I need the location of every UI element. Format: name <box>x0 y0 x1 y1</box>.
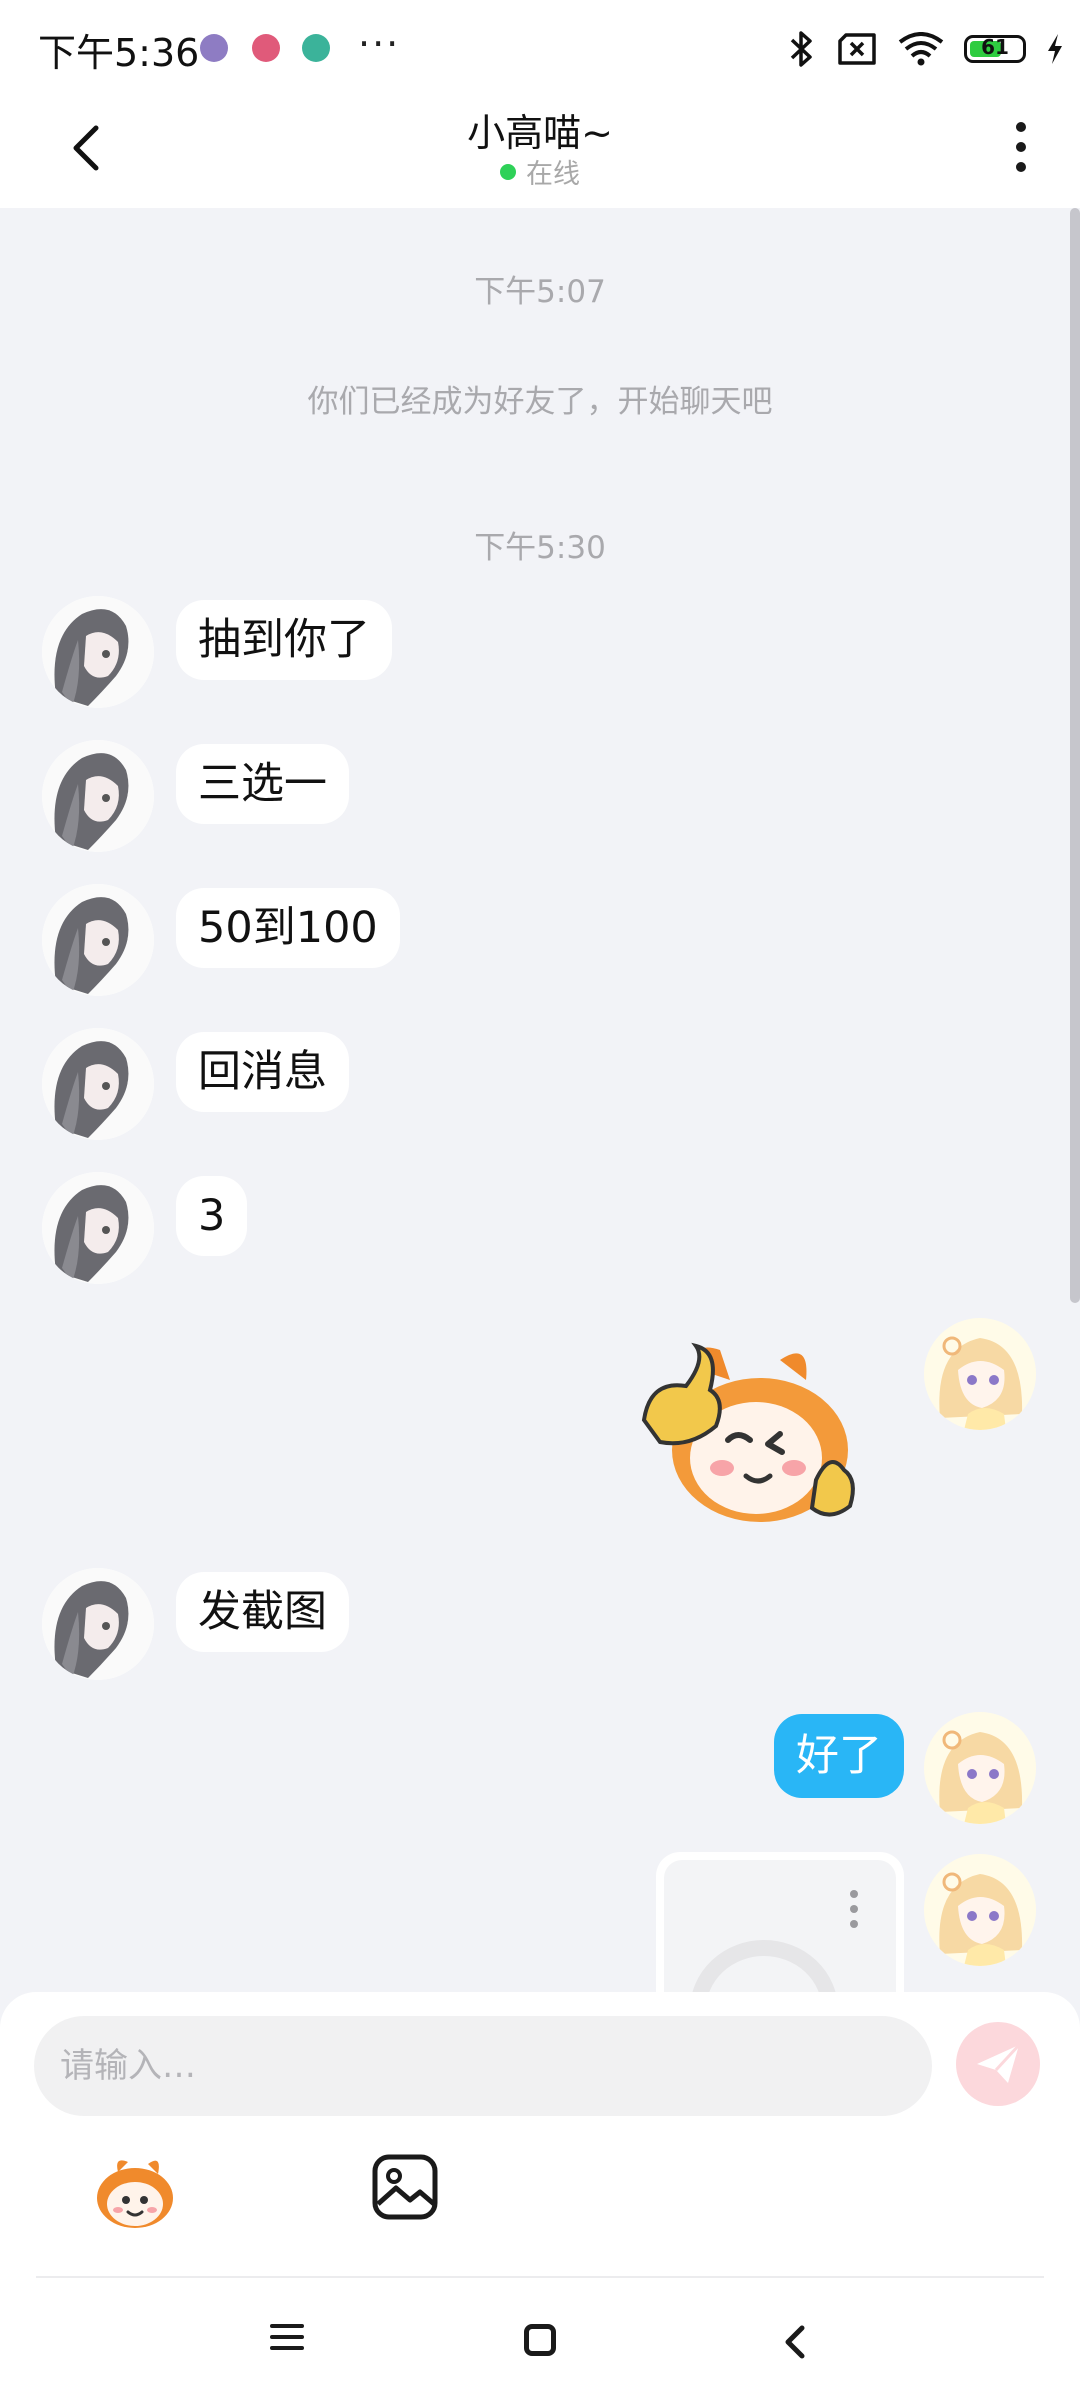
incoming-message[interactable]: 三选一 <box>176 744 349 824</box>
sim-off-icon <box>838 33 876 65</box>
contact-avatar[interactable] <box>42 740 154 852</box>
bluetooth-icon <box>790 31 812 67</box>
contact-avatar[interactable] <box>42 1568 154 1680</box>
send-button[interactable] <box>956 2022 1040 2106</box>
my-avatar[interactable] <box>924 1318 1036 1430</box>
incoming-message[interactable]: 回消息 <box>176 1032 349 1112</box>
my-avatar[interactable] <box>924 1712 1036 1824</box>
system-nav-bar <box>0 2282 1080 2408</box>
chat-scrollbar[interactable] <box>1070 208 1080 1303</box>
timestamp: 下午5:30 <box>474 530 606 566</box>
more-icon[interactable] <box>1008 116 1034 176</box>
nav-home-icon[interactable] <box>524 2324 556 2356</box>
contact-name: 小高喵~ <box>467 111 613 155</box>
image-thumbnail <box>664 1860 896 2000</box>
contact-avatar[interactable] <box>42 884 154 996</box>
incoming-message[interactable]: 50到100 <box>176 888 400 968</box>
status-time: 下午5:36 <box>38 31 200 75</box>
nav-back-icon[interactable] <box>778 2322 812 2362</box>
input-panel <box>0 1992 1080 2408</box>
battery-level: 61 <box>981 35 1009 59</box>
my-avatar[interactable] <box>924 1854 1036 1966</box>
image-icon[interactable] <box>370 2152 440 2222</box>
outgoing-message[interactable]: 好了 <box>774 1714 904 1798</box>
contact-avatar[interactable] <box>42 1172 154 1284</box>
image-more-icon[interactable] <box>850 1890 860 1935</box>
contact-avatar[interactable] <box>42 596 154 708</box>
image-message[interactable] <box>656 1852 904 2000</box>
winking-mascot-sticker[interactable] <box>630 1330 870 1530</box>
nav-menu-icon[interactable] <box>270 2324 304 2358</box>
emoji-icon[interactable] <box>92 2152 178 2232</box>
chat-header: 小高喵~ 在线 <box>0 96 1080 208</box>
notification-overflow-icon: ··· <box>358 22 401 66</box>
app-notification-icon-1 <box>200 34 228 62</box>
timestamp: 下午5:07 <box>474 274 606 310</box>
status-bar: 下午5:36 ··· 61 <box>0 0 1080 96</box>
online-status-label: 在线 <box>526 159 580 190</box>
online-status: 在线 <box>0 152 1080 191</box>
status-indicators: 61 <box>788 26 1064 72</box>
wifi-icon <box>898 32 944 66</box>
app-notification-icon-2 <box>252 34 280 62</box>
incoming-message[interactable]: 发截图 <box>176 1572 349 1652</box>
incoming-message[interactable]: 3 <box>176 1176 248 1256</box>
system-message: 你们已经成为好友了，开始聊天吧 <box>307 384 773 420</box>
contact-avatar[interactable] <box>42 1028 154 1140</box>
charging-icon <box>1048 34 1062 64</box>
incoming-message[interactable]: 抽到你了 <box>176 600 392 680</box>
divider <box>36 2276 1044 2278</box>
online-dot-icon <box>500 163 516 180</box>
battery-icon: 61 <box>964 35 1026 63</box>
message-input[interactable] <box>34 2016 932 2116</box>
app-notification-icon-3 <box>302 34 330 62</box>
ring-image <box>690 1940 838 2000</box>
send-icon <box>977 2043 1021 2083</box>
